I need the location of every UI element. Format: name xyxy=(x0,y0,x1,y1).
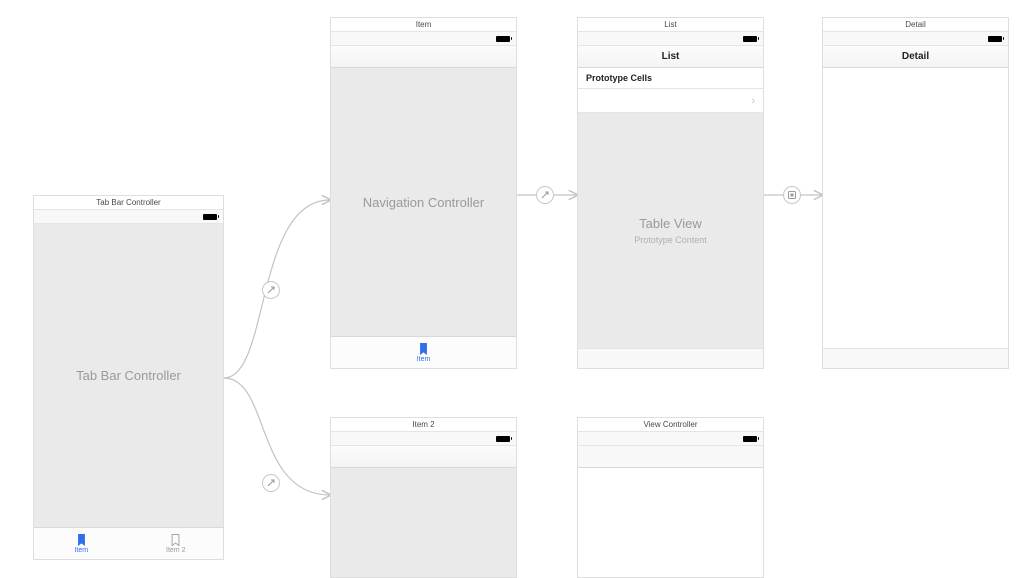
tab-label: Item xyxy=(417,356,431,363)
scene-title: Item 2 xyxy=(331,418,516,432)
tab-bar: Item xyxy=(331,336,516,368)
battery-icon xyxy=(203,214,217,220)
tab-bar: Item Item 2 xyxy=(34,527,223,559)
scene-body xyxy=(578,468,763,577)
scene-body: Tab Bar Controller xyxy=(34,224,223,527)
placeholder-sublabel: Prototype Content xyxy=(634,235,707,245)
nav-title: List xyxy=(662,51,680,62)
navigation-bar: List xyxy=(578,46,763,68)
scene-item-2[interactable]: Item 2 xyxy=(330,417,517,578)
nav-title: Detail xyxy=(902,51,929,62)
scene-title: List xyxy=(578,18,763,32)
battery-icon xyxy=(988,36,1002,42)
navigation-bar: Detail xyxy=(823,46,1008,68)
segue-badge-root-icon[interactable] xyxy=(536,186,554,204)
scene-title: View Controller xyxy=(578,418,763,432)
scene-navigation-controller-item[interactable]: Item Navigation Controller Item xyxy=(330,17,517,369)
battery-icon xyxy=(496,436,510,442)
scene-detail[interactable]: Detail Detail xyxy=(822,17,1009,369)
tab-label: Item xyxy=(74,547,88,554)
tab-item-1[interactable]: Item xyxy=(34,528,129,559)
bottom-strip xyxy=(578,348,763,368)
storyboard-canvas[interactable]: Tab Bar Controller Tab Bar Controller It… xyxy=(0,0,1035,578)
scene-body: Navigation Controller xyxy=(331,68,516,336)
status-bar xyxy=(578,432,763,446)
scene-body xyxy=(331,468,516,577)
bookmark-icon xyxy=(171,534,180,546)
scene-list[interactable]: List List Prototype Cells › Table View P… xyxy=(577,17,764,369)
scene-view-controller[interactable]: View Controller xyxy=(577,417,764,578)
segue-badge-relationship-icon[interactable] xyxy=(262,281,280,299)
prototype-cells-header: Prototype Cells xyxy=(578,68,763,89)
scene-title: Tab Bar Controller xyxy=(34,196,223,210)
scene-title: Detail xyxy=(823,18,1008,32)
navigation-bar xyxy=(331,46,516,68)
battery-icon xyxy=(496,36,510,42)
bookmark-icon xyxy=(419,343,428,355)
table-view[interactable]: Prototype Cells › Table View Prototype C… xyxy=(578,68,763,348)
status-bar xyxy=(34,210,223,224)
navigation-bar xyxy=(331,446,516,468)
segue-badge-show-icon[interactable] xyxy=(783,186,801,204)
tab-item-1[interactable]: Item xyxy=(417,337,431,368)
bookmark-icon xyxy=(77,534,86,546)
status-bar xyxy=(331,32,516,46)
navigation-bar xyxy=(578,446,763,468)
bottom-strip xyxy=(823,348,1008,368)
status-bar xyxy=(823,32,1008,46)
scene-title: Item xyxy=(331,18,516,32)
tab-item-2[interactable]: Item 2 xyxy=(129,528,224,559)
scene-tab-bar-controller[interactable]: Tab Bar Controller Tab Bar Controller It… xyxy=(33,195,224,560)
placeholder-label: Table View xyxy=(639,216,702,231)
placeholder-label: Navigation Controller xyxy=(363,195,484,210)
tab-label: Item 2 xyxy=(166,547,185,554)
status-bar xyxy=(331,432,516,446)
scene-body xyxy=(823,68,1008,348)
status-bar xyxy=(578,32,763,46)
segue-badge-relationship-icon[interactable] xyxy=(262,474,280,492)
disclosure-indicator-icon: › xyxy=(751,95,755,107)
placeholder-label: Tab Bar Controller xyxy=(76,368,181,383)
battery-icon xyxy=(743,36,757,42)
battery-icon xyxy=(743,436,757,442)
prototype-cell[interactable]: › xyxy=(578,89,763,113)
